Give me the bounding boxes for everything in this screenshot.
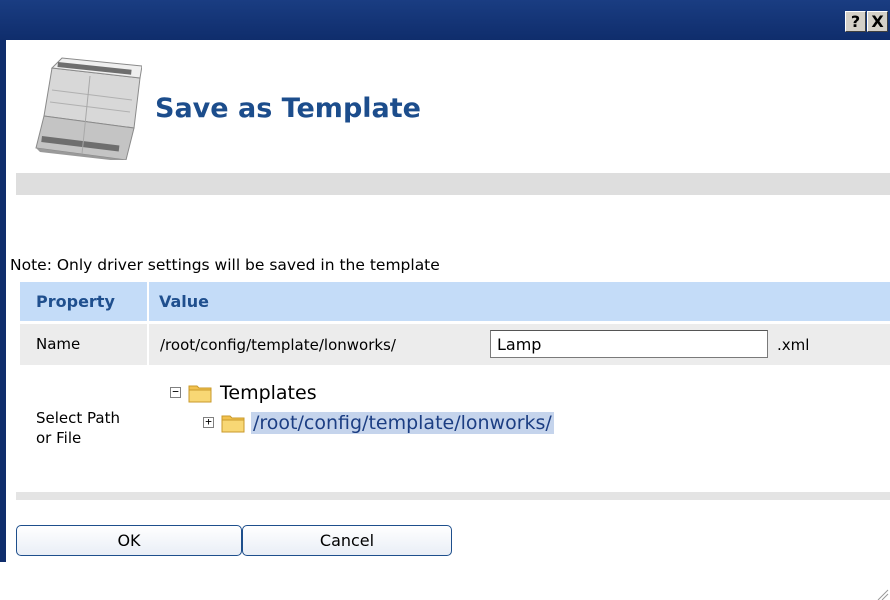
close-button[interactable]: X [867,11,888,32]
ok-button[interactable]: OK [16,525,242,556]
expand-toggle-icon[interactable]: + [203,416,214,428]
property-table: Property Value Name /root/config/templat… [20,282,890,479]
select-path-label: Select Path or File [36,409,120,447]
footer-separator [16,492,890,500]
path-prefix: /root/config/template/lonworks/ [160,336,396,354]
window-titlebar: ? X [0,0,890,40]
tree-label-lonworks-path[interactable]: /root/config/template/lonworks/ [251,412,554,434]
folder-icon [221,415,245,433]
cancel-button[interactable]: Cancel [242,525,452,556]
dialog-title: Save as Template [155,93,421,124]
note-text: Note: Only driver settings will be saved… [10,256,440,274]
collapse-toggle-icon[interactable]: − [170,386,181,398]
xml-extension: .xml [777,336,810,354]
template-name-input[interactable] [490,330,768,358]
header-separator [16,173,890,195]
column-divider [147,365,149,479]
dialog-content: Save as Template Note: Only driver setti… [6,40,890,600]
folder-icon [188,385,212,403]
table-header: Property Value [20,282,890,321]
property-column-header: Property [36,292,115,311]
device-module-icon [35,57,142,160]
help-button[interactable]: ? [845,11,866,32]
name-label: Name [36,335,81,353]
column-divider [147,324,149,365]
name-row: Name /root/config/template/lonworks/ .xm… [20,324,890,365]
tree-label-templates[interactable]: Templates [220,382,317,404]
resize-grip-icon[interactable] [874,588,890,600]
header-divider [147,282,149,321]
value-column-header: Value [159,292,210,311]
select-path-row: Select Path or File − Templates + /root/… [20,365,890,479]
